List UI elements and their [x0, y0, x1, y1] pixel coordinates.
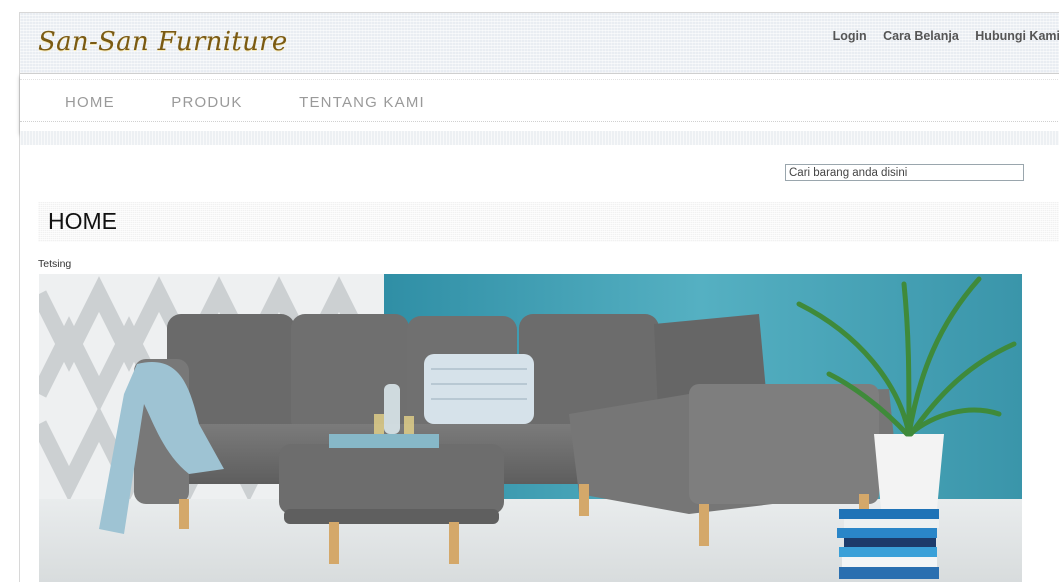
top-links: Login Cara Belanja Hubungi Kami — [820, 29, 1059, 43]
hubungi-kami-link[interactable]: Hubungi Kami — [975, 29, 1059, 43]
sofa-photo — [39, 274, 1022, 582]
site-header: San-San Furniture Login Cara Belanja Hub… — [20, 13, 1059, 73]
main-nav: HOME PRODUK TENTANG KAMI — [20, 73, 1059, 132]
nav-item-home[interactable]: HOME — [65, 94, 115, 111]
header-bottom-band — [20, 131, 1059, 145]
site-logo[interactable]: San-San Furniture — [38, 27, 288, 57]
nav-menu: HOME PRODUK TENTANG KAMI — [65, 94, 477, 112]
cara-belanja-link[interactable]: Cara Belanja — [883, 29, 959, 43]
page-title: HOME — [48, 208, 117, 234]
nav-item-tentang-kami[interactable]: TENTANG KAMI — [299, 94, 425, 111]
login-link[interactable]: Login — [833, 29, 867, 43]
page-container: San-San Furniture Login Cara Belanja Hub… — [19, 12, 1059, 582]
content-caption: Tetsing — [38, 258, 72, 270]
page-title-bar: HOME — [38, 202, 1059, 242]
search-input[interactable] — [785, 164, 1024, 181]
hero-image — [39, 274, 1022, 582]
nav-item-produk[interactable]: PRODUK — [171, 94, 242, 111]
